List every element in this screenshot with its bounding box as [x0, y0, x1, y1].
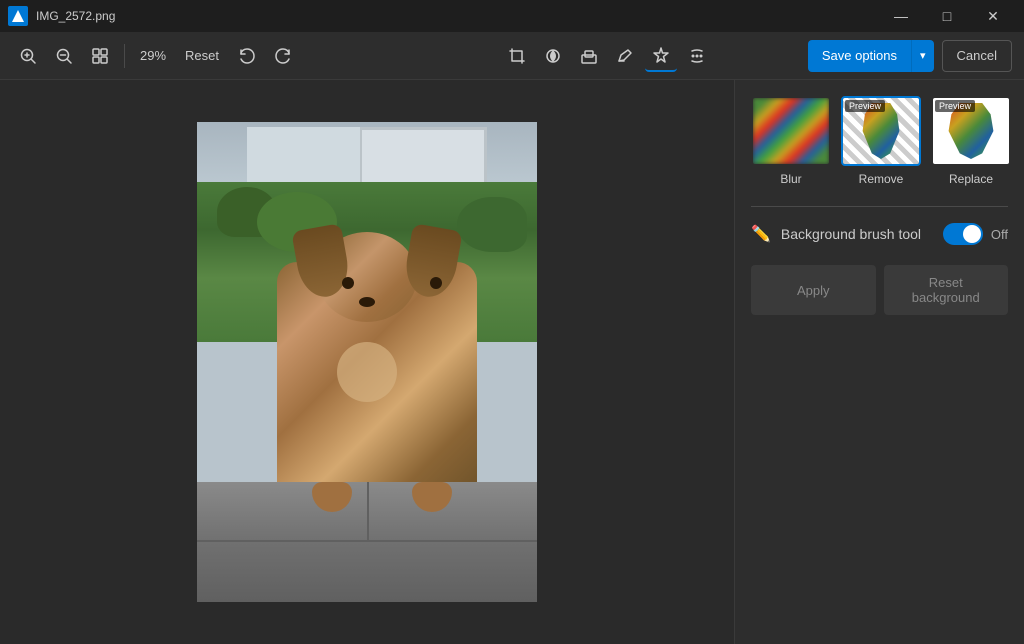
replace-preview-badge: Preview	[935, 100, 975, 112]
app-icon	[8, 6, 28, 26]
replace-label: Replace	[949, 172, 993, 186]
save-dropdown-button[interactable]: ▾	[911, 40, 934, 72]
reset-background-button[interactable]: Reset background	[884, 265, 1009, 315]
save-options-button[interactable]: Save options	[808, 40, 911, 72]
undo-button[interactable]	[231, 40, 263, 72]
title-bar-left: IMG_2572.png	[8, 6, 115, 26]
replace-option[interactable]: Preview Replace	[931, 96, 1011, 186]
erase-icon	[580, 47, 598, 65]
blur-preview	[753, 98, 829, 164]
panel-divider	[751, 206, 1008, 207]
title-bar: IMG_2572.png — □ ✕	[0, 0, 1024, 32]
brush-icon: ✏️	[751, 224, 771, 244]
background-options: Blur Preview Remove Preview	[751, 96, 1008, 186]
toolbar-center	[410, 40, 804, 72]
adjust-button[interactable]	[537, 40, 569, 72]
toolbar-separator-1	[124, 44, 125, 68]
zoom-in-icon	[19, 47, 37, 65]
blur-thumbnail	[751, 96, 831, 166]
brush-tool-label: Background brush tool	[781, 226, 933, 242]
undo-icon	[238, 47, 256, 65]
cancel-button[interactable]: Cancel	[942, 40, 1012, 72]
zoom-out-icon	[55, 47, 73, 65]
effects-icon	[652, 46, 670, 64]
toolbar-left: 29% Reset	[12, 40, 406, 72]
close-button[interactable]: ✕	[970, 0, 1016, 32]
image-container	[197, 122, 537, 602]
brush-tool-row: ✏️ Background brush tool Off	[751, 223, 1008, 245]
draw-icon	[616, 47, 634, 65]
toolbar-right: Save options ▾ Cancel	[808, 40, 1012, 72]
zoom-level: 29%	[133, 48, 173, 63]
fit-icon	[91, 47, 109, 65]
right-panel: Blur Preview Remove Preview	[734, 80, 1024, 644]
redo-button[interactable]	[267, 40, 299, 72]
zoom-in-button[interactable]	[12, 40, 44, 72]
remove-preview-badge: Preview	[845, 100, 885, 112]
adjust-icon	[544, 47, 562, 65]
maximize-button[interactable]: □	[924, 0, 970, 32]
more-tools-icon	[688, 47, 706, 65]
effects-button[interactable]	[645, 40, 677, 72]
toggle-knob	[963, 225, 981, 243]
blur-option[interactable]: Blur	[751, 96, 831, 186]
toolbar: 29% Reset	[0, 32, 1024, 80]
draw-button[interactable]	[609, 40, 641, 72]
crop-icon	[508, 47, 526, 65]
canvas-area	[0, 80, 734, 644]
minimize-button[interactable]: —	[878, 0, 924, 32]
remove-label: Remove	[859, 172, 904, 186]
crop-button[interactable]	[501, 40, 533, 72]
window-controls: — □ ✕	[878, 0, 1016, 32]
redo-icon	[274, 47, 292, 65]
save-options-wrapper: Save options ▾	[808, 40, 934, 72]
action-buttons: Apply Reset background	[751, 265, 1008, 315]
more-tools-button[interactable]	[681, 40, 713, 72]
zoom-out-button[interactable]	[48, 40, 80, 72]
toggle-container: Off	[943, 223, 1008, 245]
window-title: IMG_2572.png	[36, 9, 115, 23]
replace-thumbnail: Preview	[931, 96, 1011, 166]
blur-label: Blur	[780, 172, 801, 186]
erase-button[interactable]	[573, 40, 605, 72]
remove-thumbnail: Preview	[841, 96, 921, 166]
fit-button[interactable]	[84, 40, 116, 72]
dog-image	[197, 122, 537, 602]
reset-button[interactable]: Reset	[177, 44, 227, 67]
remove-option[interactable]: Preview Remove	[841, 96, 921, 186]
toggle-state-label: Off	[991, 227, 1008, 242]
main-content: Blur Preview Remove Preview	[0, 80, 1024, 644]
brush-toggle[interactable]	[943, 223, 983, 245]
apply-button[interactable]: Apply	[751, 265, 876, 315]
